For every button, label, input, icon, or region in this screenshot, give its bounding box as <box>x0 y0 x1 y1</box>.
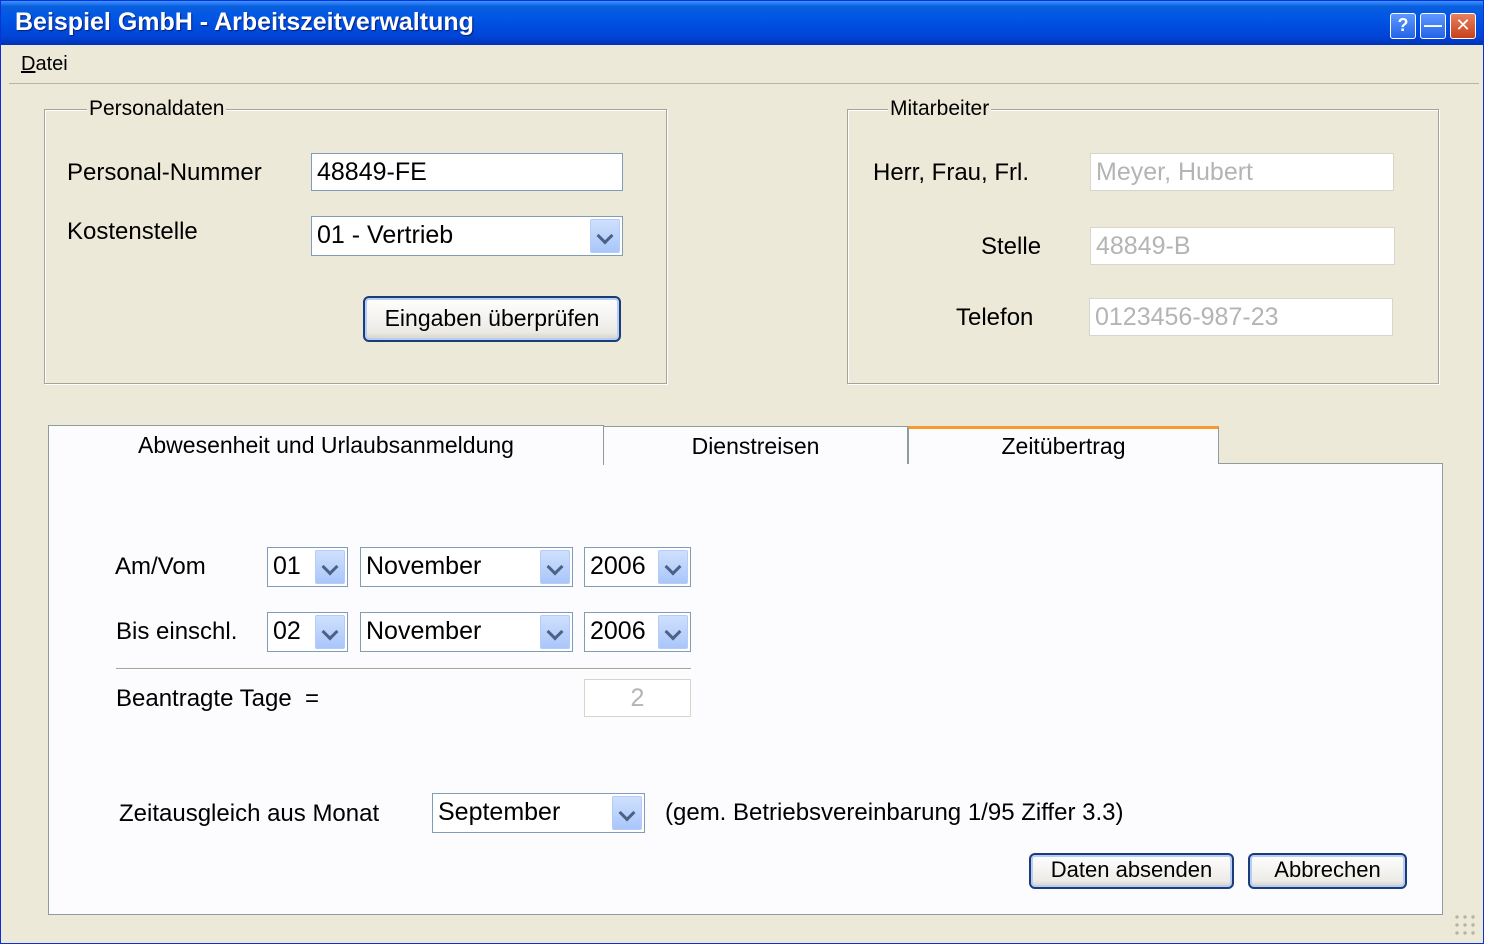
from-month-value: November <box>366 552 482 580</box>
agreement-note: (gem. Betriebsvereinbarung 1/95 Ziffer 3… <box>665 799 1124 826</box>
chevron-down-icon[interactable] <box>315 550 345 584</box>
from-day-value: 01 <box>273 552 301 580</box>
window-title: Beispiel GmbH - Arbeitszeitverwaltung <box>15 8 474 36</box>
cancel-button[interactable]: Abbrechen <box>1248 853 1407 889</box>
app-window: Beispiel GmbH - Arbeitszeitverwaltung ? … <box>0 0 1484 944</box>
minimize-icon[interactable]: — <box>1420 13 1446 39</box>
telefon-field: 0123456-987-23 <box>1089 298 1393 336</box>
divider <box>116 668 691 670</box>
kostenstelle-value: 01 - Vertrieb <box>317 221 454 249</box>
stelle-field: 48849-B <box>1090 227 1395 265</box>
month-value: September <box>438 798 561 826</box>
chevron-down-icon[interactable] <box>590 219 620 253</box>
personaldaten-title: Personaldaten <box>87 97 227 121</box>
month-label: Zeitausgleich aus Monat <box>119 800 380 827</box>
telefon-label: Telefon <box>956 304 1034 331</box>
tab-abwesenheit[interactable]: Abwesenheit und Urlaubsanmeldung <box>48 425 604 465</box>
from-year-select[interactable]: 2006 <box>584 547 691 587</box>
to-day-select[interactable]: 02 <box>267 612 348 652</box>
chevron-down-icon[interactable] <box>540 615 570 649</box>
chevron-down-icon[interactable] <box>540 550 570 584</box>
menu-bar: Datei <box>9 47 1479 84</box>
to-day-value: 02 <box>273 617 301 645</box>
from-label: Am/Vom <box>115 553 206 580</box>
from-day-select[interactable]: 01 <box>267 547 348 587</box>
month-select[interactable]: September <box>432 793 645 833</box>
anrede-label: Herr, Frau, Frl. <box>873 159 1030 186</box>
check-inputs-button[interactable]: Eingaben überprüfen <box>363 296 621 342</box>
tab-dienstreisen[interactable]: Dienstreisen <box>603 426 908 464</box>
title-bar[interactable]: Beispiel GmbH - Arbeitszeitverwaltung ? … <box>1 1 1483 45</box>
close-icon[interactable]: ✕ <box>1450 13 1476 39</box>
from-month-select[interactable]: November <box>360 547 573 587</box>
days-field: 2 <box>584 679 691 717</box>
submit-button[interactable]: Daten absenden <box>1029 853 1234 889</box>
chevron-down-icon[interactable] <box>612 796 642 830</box>
from-year-value: 2006 <box>590 552 646 580</box>
to-month-value: November <box>366 617 482 645</box>
anrede-field: Meyer, Hubert <box>1090 153 1394 191</box>
personal-nummer-input[interactable]: 48849-FE <box>311 153 623 191</box>
stelle-label: Stelle <box>981 233 1042 260</box>
kostenstelle-label: Kostenstelle <box>67 218 198 245</box>
to-label: Bis einschl. <box>116 618 238 645</box>
chevron-down-icon[interactable] <box>315 615 345 649</box>
chevron-down-icon[interactable] <box>658 615 688 649</box>
to-year-select[interactable]: 2006 <box>584 612 691 652</box>
menu-datei[interactable]: Datei <box>21 53 68 76</box>
resize-grip-icon[interactable] <box>1453 913 1477 937</box>
to-year-value: 2006 <box>590 617 646 645</box>
chevron-down-icon[interactable] <box>658 550 688 584</box>
to-month-select[interactable]: November <box>360 612 573 652</box>
mitarbeiter-title: Mitarbeiter <box>888 97 992 121</box>
personal-nummer-label: Personal-Nummer <box>67 159 262 186</box>
tab-zeituebertrag[interactable]: Zeitübertrag <box>908 426 1219 464</box>
kostenstelle-select[interactable]: 01 - Vertrieb <box>311 216 623 256</box>
help-icon[interactable]: ? <box>1390 13 1416 39</box>
days-label: Beantragte Tage = <box>116 685 320 712</box>
